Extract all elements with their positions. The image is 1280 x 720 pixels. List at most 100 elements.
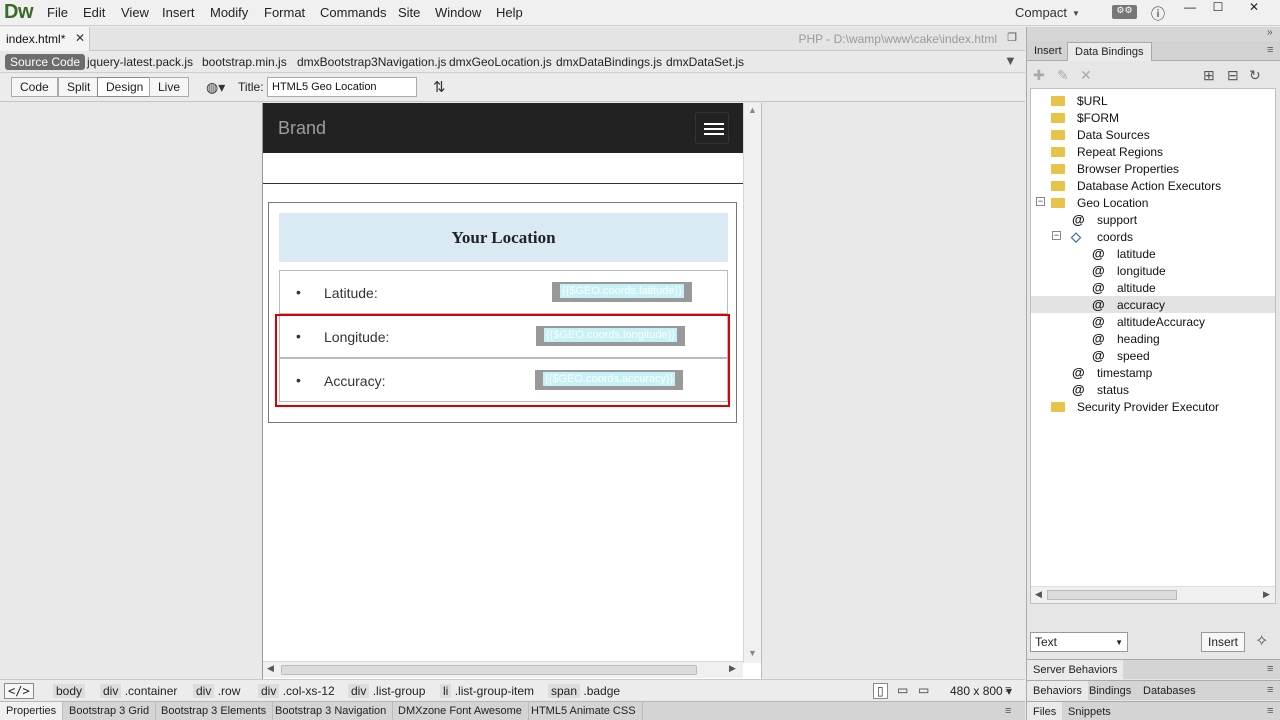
scrollbar-thumb[interactable] — [281, 665, 697, 675]
restore-icon[interactable]: ❐ — [1007, 31, 1017, 44]
related-file[interactable]: dmxGeoLocation.js — [449, 55, 552, 69]
globe-icon[interactable]: ◍▾ — [206, 79, 225, 96]
delete-icon[interactable]: ✕ — [1080, 67, 1092, 84]
design-viewport[interactable]: Brand Your Location • Latitude: {{$GEO.c… — [262, 103, 762, 679]
navbar-brand[interactable]: Brand — [278, 118, 326, 139]
menu-file[interactable]: File — [47, 5, 68, 20]
menu-help[interactable]: Help — [496, 5, 523, 20]
collapse-node-icon[interactable]: − — [1052, 231, 1061, 240]
collapse-all-icon[interactable]: ⊟ — [1227, 67, 1239, 84]
scroll-left-icon[interactable]: ◀ — [1035, 589, 1042, 600]
tag-div-col[interactable]: div .col-xs-12 — [258, 684, 335, 698]
live-view-button[interactable]: Live — [149, 77, 190, 97]
tree-node-speed[interactable]: @ speed — [1031, 347, 1275, 364]
menu-edit[interactable]: Edit — [83, 5, 105, 20]
tag-div-row[interactable]: div .row — [193, 684, 240, 698]
tab-bootstrap-navigation[interactable]: Bootstrap 3 Navigation — [269, 702, 394, 720]
related-file-source-code[interactable]: Source Code — [5, 54, 86, 70]
tree-node-repeat-regions[interactable]: Repeat Regions — [1031, 143, 1275, 160]
tree-node-heading[interactable]: @ heading — [1031, 330, 1275, 347]
menu-icon[interactable]: ≡ — [1267, 705, 1273, 717]
horizontal-scrollbar[interactable]: ◀ ▶ — [263, 661, 743, 678]
split-view-button[interactable]: Split — [58, 77, 100, 97]
menu-format[interactable]: Format — [264, 5, 305, 20]
tab-server-behaviors[interactable]: Server Behaviors — [1027, 660, 1124, 680]
tag-div-container[interactable]: div .container — [100, 684, 177, 698]
chevron-down-icon[interactable]: ▼ — [1072, 9, 1080, 18]
menu-icon[interactable]: ≡ — [1267, 44, 1273, 56]
window-size[interactable]: 480 x 800 ▾ — [950, 684, 1012, 698]
tag-body[interactable]: body — [53, 684, 86, 698]
tablet-size-icon[interactable]: ▭ — [897, 683, 908, 697]
title-input[interactable] — [267, 77, 417, 97]
panel-collapse-bar[interactable]: » — [1027, 27, 1280, 41]
tree-node-altitude[interactable]: @ altitude — [1031, 279, 1275, 296]
navbar-toggle-button[interactable] — [695, 112, 729, 144]
edit-icon[interactable]: ✎ — [1057, 67, 1069, 84]
tree-node-latitude[interactable]: @ latitude — [1031, 245, 1275, 262]
menu-view[interactable]: View — [121, 5, 149, 20]
code-view-button[interactable]: Code — [11, 77, 58, 97]
scrollbar-thumb[interactable] — [1047, 590, 1177, 600]
tree-horizontal-scrollbar[interactable]: ◀ ▶ — [1031, 586, 1275, 603]
tab-behaviors[interactable]: Behaviors — [1027, 681, 1088, 701]
tag-li-list-group-item[interactable]: li .list-group-item — [440, 684, 534, 698]
scroll-right-icon[interactable]: ▶ — [729, 663, 736, 674]
collapse-node-icon[interactable]: − — [1036, 197, 1045, 206]
refresh-icon[interactable]: ↻ — [1249, 67, 1261, 84]
close-icon[interactable]: ✕ — [1241, 0, 1267, 16]
menu-insert[interactable]: Insert — [162, 5, 195, 20]
close-tab-icon[interactable]: ✕ — [75, 31, 85, 45]
vertical-scrollbar[interactable]: ▲ ▼ — [743, 103, 761, 663]
menu-window[interactable]: Window — [435, 5, 481, 20]
extensions-icon[interactable]: ⚙⚙ — [1112, 5, 1137, 19]
tab-animate-css[interactable]: HTML5 Animate CSS — [525, 702, 643, 720]
scroll-down-icon[interactable]: ▼ — [748, 648, 757, 658]
tab-font-awesome[interactable]: DMXzone Font Awesome — [392, 702, 529, 720]
tree-node-status[interactable]: @ status — [1031, 381, 1275, 398]
tab-data-bindings[interactable]: Data Bindings — [1067, 42, 1152, 61]
insert-button[interactable]: Insert — [1201, 632, 1245, 652]
latitude-badge[interactable]: {{$GEO.coords.latitude}} — [552, 282, 692, 302]
workspace-switcher[interactable]: Compact — [1015, 5, 1067, 20]
tree-node-data-sources[interactable]: Data Sources — [1031, 126, 1275, 143]
tab-databases[interactable]: Databases — [1137, 681, 1202, 701]
tree-node-security-provider[interactable]: Security Provider Executor — [1031, 398, 1275, 415]
scroll-left-icon[interactable]: ◀ — [267, 663, 274, 674]
minimize-icon[interactable]: — — [1177, 0, 1203, 16]
scroll-up-icon[interactable]: ▲ — [748, 105, 757, 115]
tab-bootstrap-elements[interactable]: Bootstrap 3 Elements — [155, 702, 274, 720]
tree-node-geo-location[interactable]: − Geo Location — [1031, 194, 1275, 211]
desktop-size-icon[interactable]: ▭ — [918, 683, 929, 697]
maximize-icon[interactable]: ☐ — [1205, 0, 1231, 16]
tree-node-url[interactable]: $URL — [1031, 92, 1275, 109]
tab-bootstrap-grid[interactable]: Bootstrap 3 Grid — [63, 702, 157, 720]
code-icon[interactable]: </> — [4, 683, 34, 699]
document-tab[interactable]: index.html* ✕ — [0, 27, 90, 51]
list-group-item-latitude[interactable]: • Latitude: {{$GEO.coords.latitude}} — [279, 270, 728, 314]
tab-properties[interactable]: Properties — [0, 702, 64, 720]
filter-icon[interactable]: ▼ — [1004, 53, 1017, 68]
menu-icon[interactable]: ≡ — [1005, 705, 1011, 717]
tree-node-accuracy[interactable]: @ accuracy — [1031, 296, 1275, 313]
sort-icon[interactable]: ⇅ — [433, 78, 446, 96]
tab-insert[interactable]: Insert — [1027, 42, 1069, 61]
tree-node-altitude-accuracy[interactable]: @ altitudeAccuracy — [1031, 313, 1275, 330]
magic-wand-icon[interactable]: ✧ — [1255, 631, 1268, 651]
menu-commands[interactable]: Commands — [320, 5, 386, 20]
mobile-size-icon[interactable]: ▯ — [873, 683, 888, 699]
tree-node-form[interactable]: $FORM — [1031, 109, 1275, 126]
info-icon[interactable]: ⓘ — [1151, 4, 1165, 24]
insert-type-select[interactable]: Text ▼ — [1030, 632, 1128, 652]
related-file[interactable]: dmxDataBindings.js — [556, 55, 662, 69]
tree-node-browser-properties[interactable]: Browser Properties — [1031, 160, 1275, 177]
related-file[interactable]: jquery-latest.pack.js — [87, 55, 193, 69]
tree-node-timestamp[interactable]: @ timestamp — [1031, 364, 1275, 381]
tab-snippets[interactable]: Snippets — [1062, 702, 1117, 720]
collapse-icon[interactable]: » — [1267, 27, 1273, 38]
design-view-button[interactable]: Design — [97, 77, 153, 97]
menu-site[interactable]: Site — [398, 5, 420, 20]
expand-all-icon[interactable]: ⊞ — [1203, 67, 1215, 84]
menu-icon[interactable]: ≡ — [1267, 684, 1273, 696]
related-file[interactable]: dmxDataSet.js — [666, 55, 744, 69]
